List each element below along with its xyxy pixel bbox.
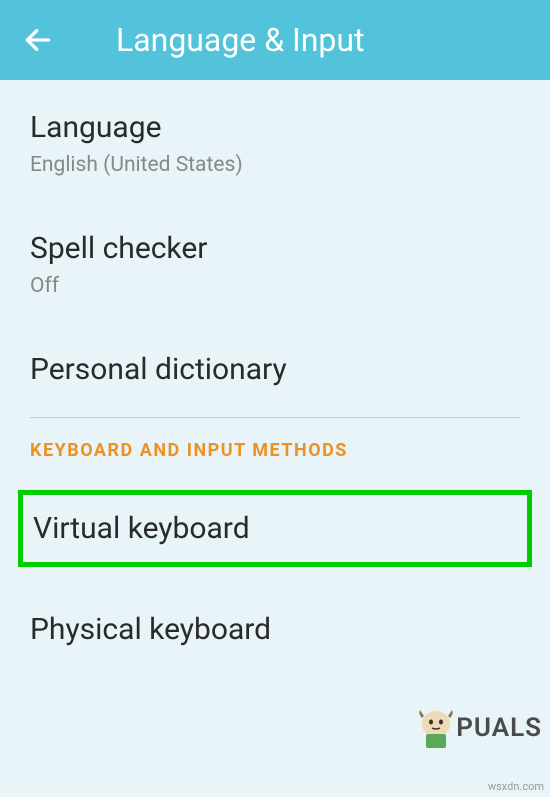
page-title: Language & Input — [116, 21, 365, 59]
back-button[interactable] — [20, 22, 56, 58]
settings-content: Language English (United States) ‎ Spell… — [0, 80, 550, 673]
setting-virtual-keyboard[interactable]: Virtual keyboard — [18, 490, 532, 567]
setting-title: Personal dictionary — [30, 350, 520, 389]
setting-title: Spell checker — [30, 229, 520, 268]
watermark: PUALS — [412, 704, 542, 752]
setting-subtitle: Off — [30, 274, 520, 298]
setting-physical-keyboard[interactable]: Physical keyboard — [0, 572, 550, 673]
watermark-logo-icon — [412, 704, 460, 752]
setting-spell-checker[interactable]: Spell checker Off — [0, 201, 550, 322]
setting-subtitle: English (United States) ‎ — [30, 153, 520, 177]
source-text: wsxdn.com — [488, 780, 544, 793]
arrow-left-icon — [22, 24, 54, 56]
section-header-keyboard: KEYBOARD AND INPUT METHODS — [0, 422, 550, 485]
setting-title: Language — [30, 108, 520, 147]
app-header: Language & Input — [0, 0, 550, 80]
setting-personal-dictionary[interactable]: Personal dictionary — [0, 322, 550, 413]
setting-language[interactable]: Language English (United States) ‎ — [0, 80, 550, 201]
setting-title: Physical keyboard — [30, 610, 520, 649]
setting-title: Virtual keyboard — [33, 509, 517, 548]
divider — [30, 417, 520, 418]
watermark-text: PUALS — [456, 713, 542, 743]
